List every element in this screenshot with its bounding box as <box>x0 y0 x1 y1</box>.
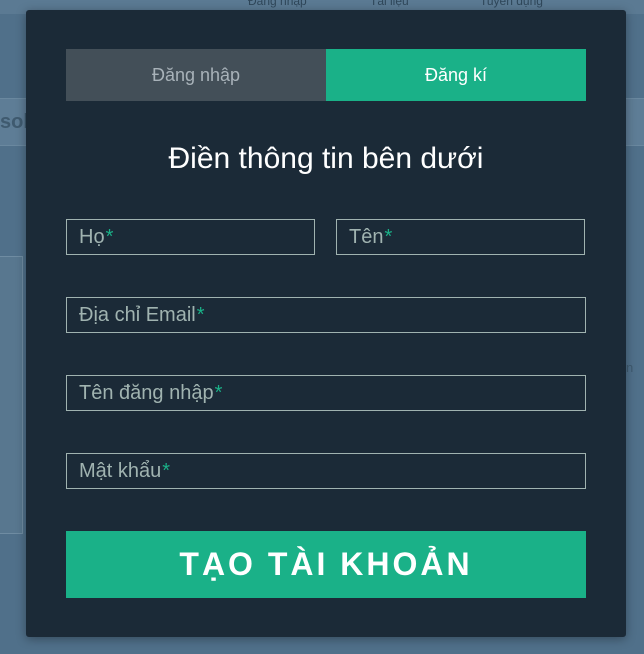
tab-login[interactable]: Đăng nhập <box>66 49 326 101</box>
create-account-button[interactable]: TẠO TÀI KHOẢN <box>66 531 586 598</box>
username-input[interactable] <box>67 376 585 410</box>
signup-modal: Đăng nhập Đăng kí Điền thông tin bên dướ… <box>26 10 626 637</box>
first-name-input[interactable] <box>67 220 314 254</box>
auth-tabs: Đăng nhập Đăng kí <box>66 49 586 101</box>
first-name-field[interactable]: Họ* <box>66 219 315 255</box>
email-field[interactable]: Địa chỉ Email* <box>66 297 586 333</box>
background-side-text: n <box>626 360 634 375</box>
background-topbar-item: Tuyển dụng <box>480 0 543 8</box>
last-name-input[interactable] <box>337 220 584 254</box>
background-topbar-item: Tài liệu <box>370 0 409 8</box>
last-name-field[interactable]: Tên* <box>336 219 585 255</box>
password-input[interactable] <box>67 454 585 488</box>
username-field[interactable]: Tên đăng nhập* <box>66 375 586 411</box>
password-field[interactable]: Mật khẩu* <box>66 453 586 489</box>
form-title: Điền thông tin bên dưới <box>168 142 484 175</box>
background-card <box>0 256 23 534</box>
background-topbar-item: Đăng nhập <box>248 0 307 8</box>
email-input[interactable] <box>67 298 585 332</box>
tab-signup[interactable]: Đăng kí <box>326 49 586 101</box>
